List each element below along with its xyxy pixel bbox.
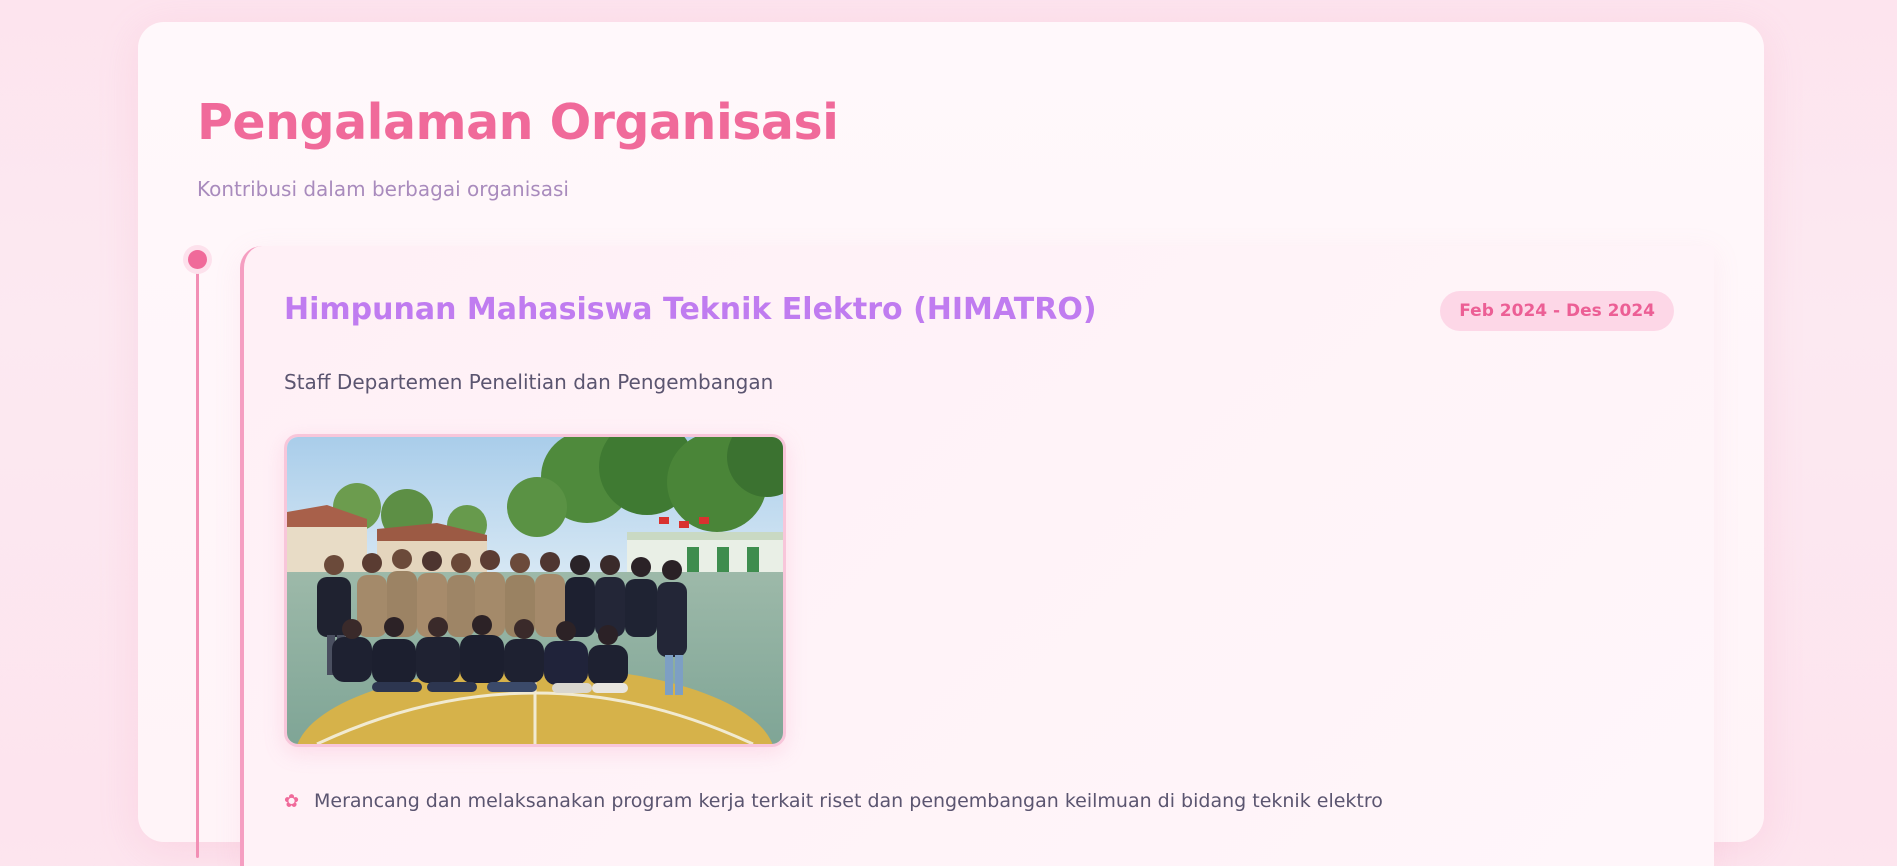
- group-photo-illustration: [287, 437, 783, 744]
- timeline-dot: [188, 250, 207, 269]
- role-title: Staff Departemen Penelitian dan Pengemba…: [284, 370, 774, 394]
- section-title: Pengalaman Organisasi: [197, 94, 839, 151]
- experience-card: Himpunan Mahasiswa Teknik Elektro (HIMAT…: [240, 246, 1714, 866]
- experience-section-card: Pengalaman Organisasi Kontribusi dalam b…: [138, 22, 1764, 866]
- section-subtitle: Kontribusi dalam berbagai organisasi: [197, 177, 569, 201]
- bullet-text: Merancang dan melaksanakan program kerja…: [314, 790, 1383, 812]
- date-badge: Feb 2024 - Des 2024: [1440, 291, 1674, 331]
- flower-icon: ✿: [284, 790, 300, 812]
- organization-name: Himpunan Mahasiswa Teknik Elektro (HIMAT…: [284, 292, 1097, 327]
- organization-photo[interactable]: [284, 434, 786, 747]
- list-item: ✿ Merancang dan melaksanakan program ker…: [284, 790, 1383, 812]
- timeline-line: [196, 258, 199, 858]
